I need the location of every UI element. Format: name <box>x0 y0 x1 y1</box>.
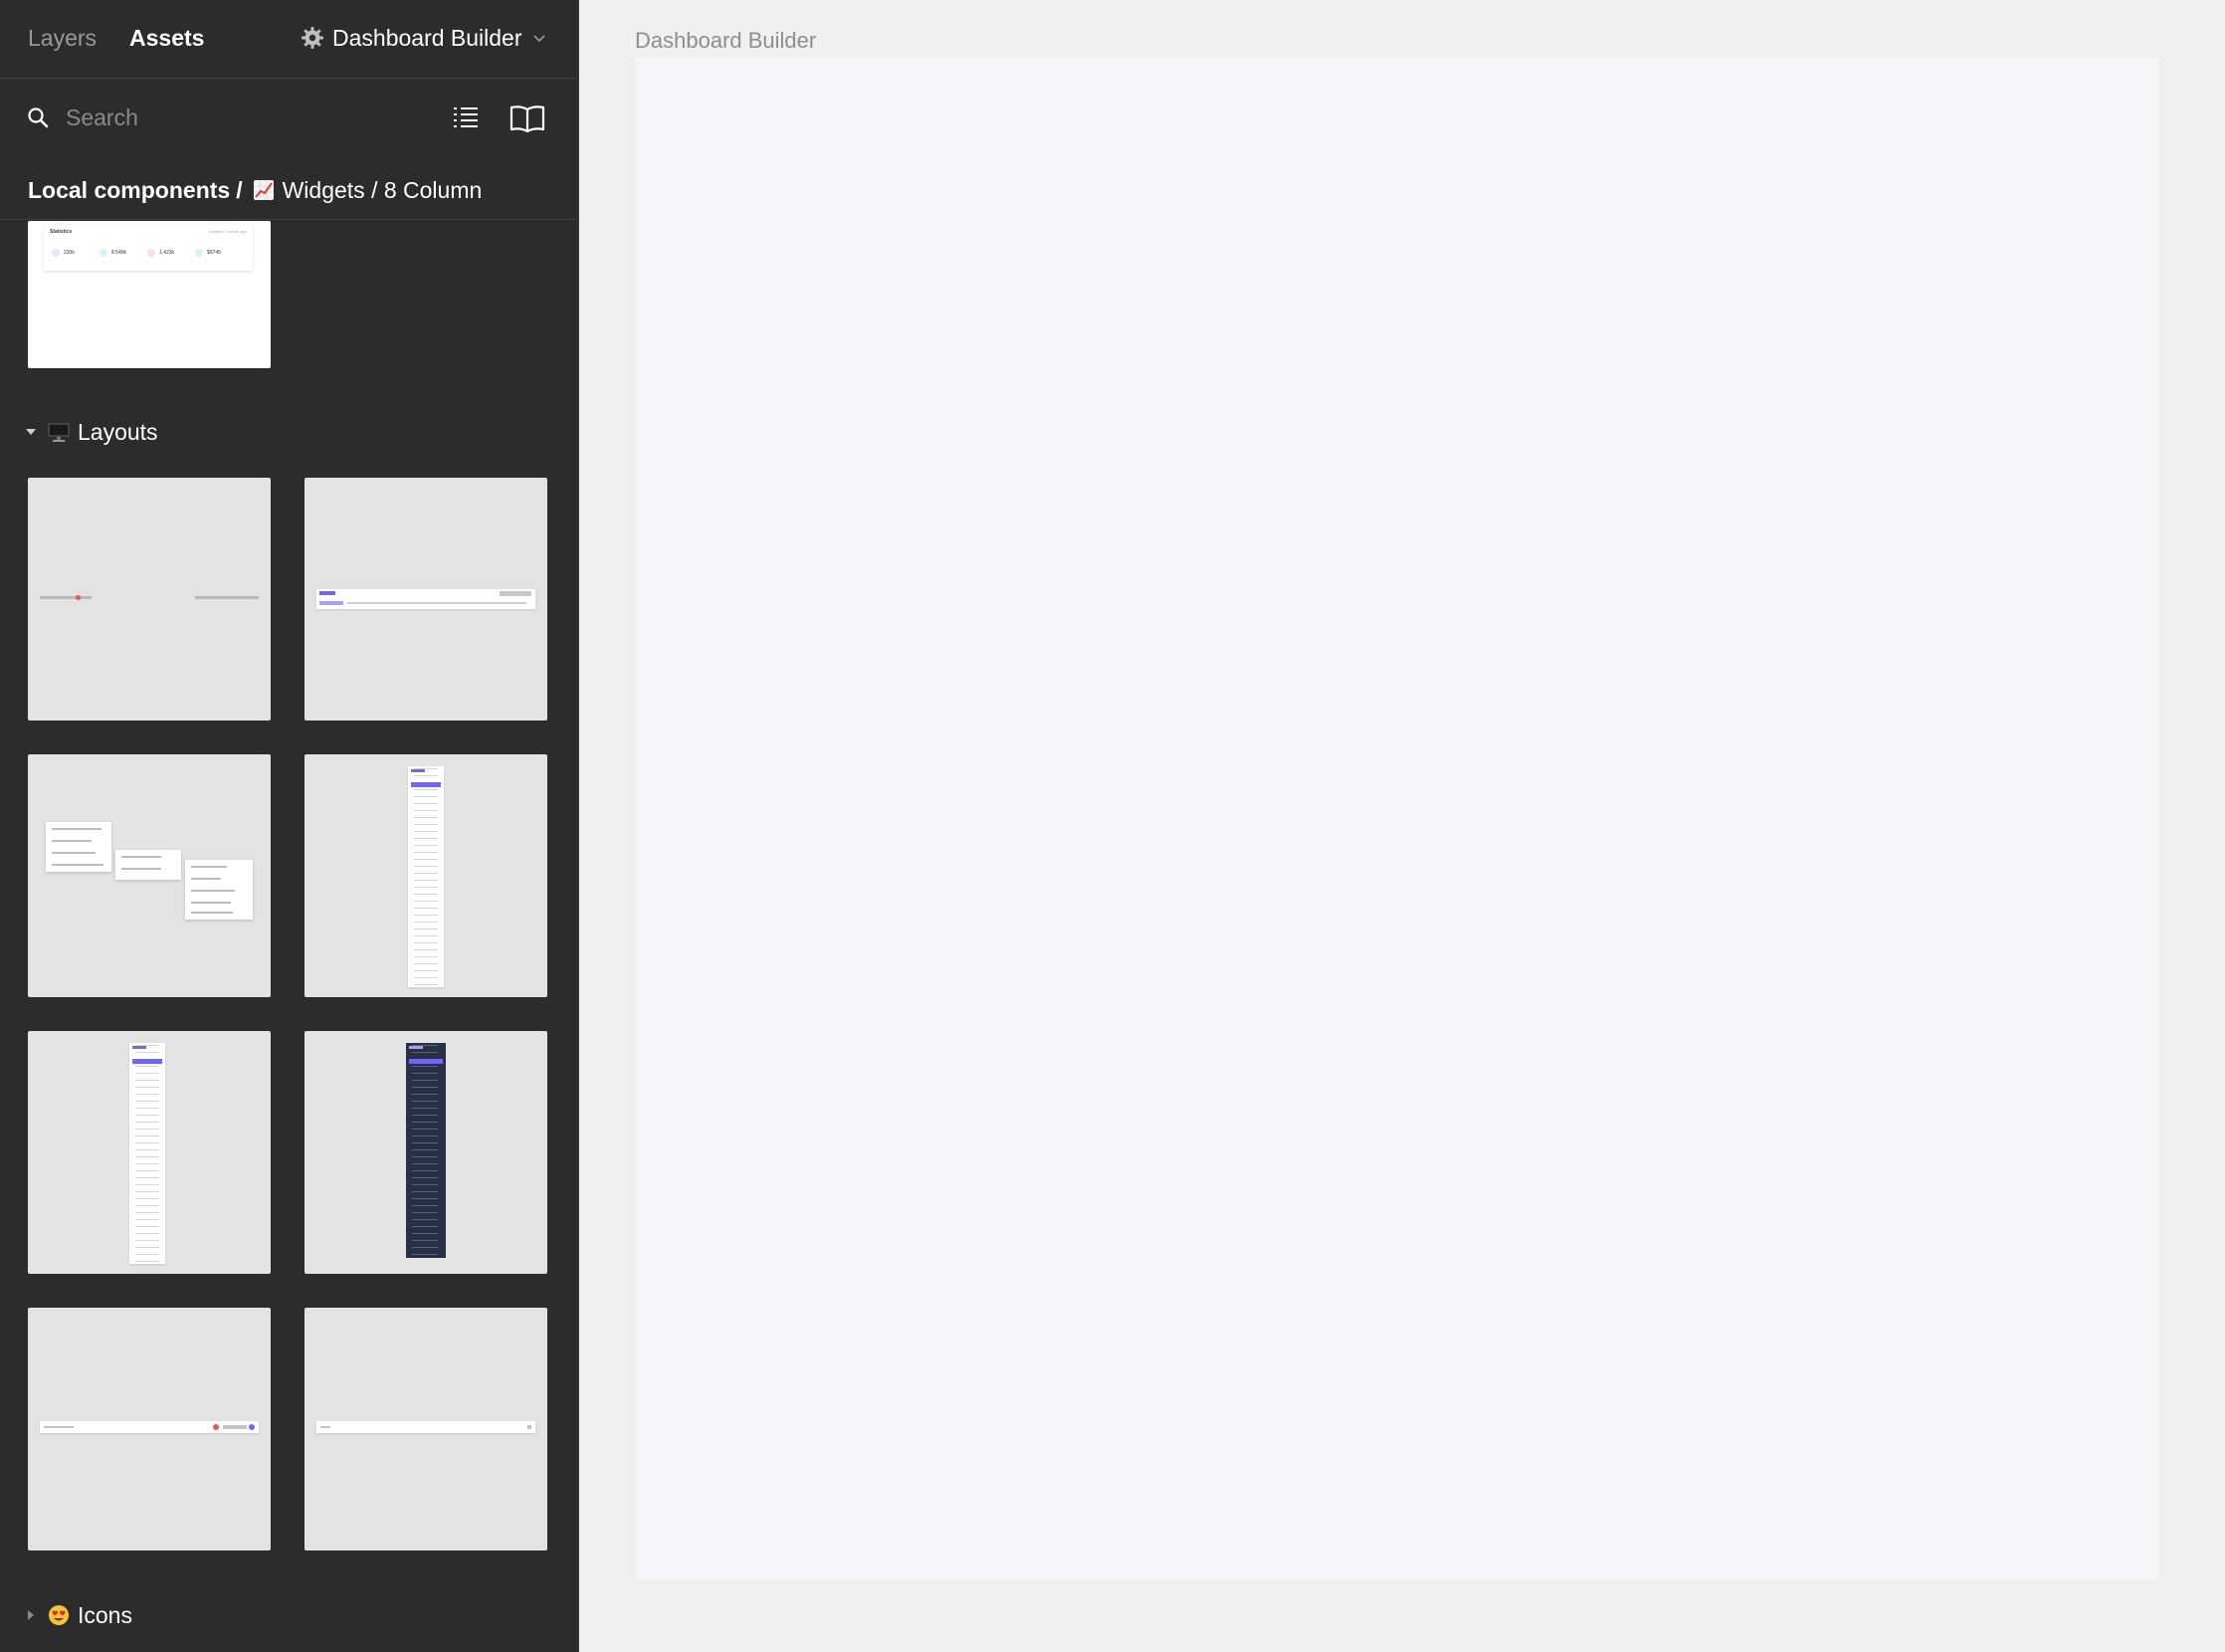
layout-thumb-footer[interactable] <box>28 478 271 721</box>
project-name: Dashboard Builder <box>332 24 522 51</box>
stat-item: 8.549k <box>100 249 126 257</box>
avatar-preview <box>249 1424 255 1430</box>
stat-value: 8.549k <box>111 250 127 256</box>
dashboard-frame[interactable] <box>635 58 2159 1580</box>
layout-thumb-dropdown-menu[interactable] <box>28 754 271 997</box>
breadcrumb-separator: / <box>236 176 243 203</box>
section-layouts-label: Layouts <box>78 418 158 445</box>
nav-logo-preview <box>319 591 335 595</box>
footer-right-preview <box>195 596 259 599</box>
statistics-card-preview: Statistics Updated 1 month ago 230k 8.54… <box>44 225 253 271</box>
navbar-icons-preview <box>223 1425 247 1429</box>
widget-updated: Updated 1 month ago <box>208 229 247 234</box>
heart-preview <box>76 595 81 600</box>
menu-line <box>191 890 235 892</box>
nav-items-preview <box>347 602 526 604</box>
list-view-icon[interactable] <box>452 103 480 131</box>
search-input[interactable] <box>66 102 424 133</box>
library-book-icon[interactable] <box>509 103 545 133</box>
nav-active-item-preview <box>132 1059 162 1064</box>
vertical-nav-dark-preview <box>406 1043 446 1258</box>
menu-line <box>121 868 161 870</box>
menu-line <box>191 912 233 914</box>
caret-right-icon <box>28 1610 34 1620</box>
vertical-nav-preview <box>408 766 444 987</box>
section-icons-label: Icons <box>78 1601 132 1628</box>
menu-line <box>121 856 161 858</box>
caret-down-icon <box>26 429 36 435</box>
gear-icon <box>302 27 323 49</box>
tab-layers[interactable]: Layers <box>28 25 97 52</box>
stat-value: 1.423k <box>159 250 175 256</box>
nav-logo-preview <box>409 1046 423 1049</box>
nav-active-item-preview <box>411 782 441 787</box>
stat-icon <box>195 249 203 257</box>
nav-logo-preview <box>132 1046 146 1049</box>
heart-eyes-emoji-icon <box>49 1605 69 1625</box>
menu-line <box>52 864 103 866</box>
menu-line <box>52 840 92 842</box>
layout-thumb-navbar[interactable] <box>28 1308 271 1550</box>
search-bar-close-preview <box>527 1425 531 1429</box>
stat-item: $9745 <box>195 249 221 257</box>
menu-line <box>191 878 221 880</box>
tab-assets[interactable]: Assets <box>129 25 204 52</box>
section-layouts[interactable]: Layouts <box>24 417 158 447</box>
stat-value: $9745 <box>207 250 221 256</box>
stat-icon <box>147 249 155 257</box>
component-thumb-statistics-widget[interactable]: Statistics Updated 1 month ago 230k 8.54… <box>28 221 271 368</box>
divider <box>0 219 578 220</box>
search-bar-preview <box>316 1421 535 1433</box>
stat-item: 230k <box>52 249 75 257</box>
frame-label[interactable]: Dashboard Builder <box>635 28 816 54</box>
menu-line <box>52 828 101 830</box>
desktop-computer-emoji-icon <box>48 423 70 442</box>
widget-title: Statistics <box>50 229 73 235</box>
search-icon <box>28 107 49 128</box>
layout-thumb-vertical-nav-light-collapsed[interactable] <box>28 1031 271 1274</box>
flag-preview <box>213 1424 219 1430</box>
breadcrumb-current: Widgets / 8 Column <box>282 176 483 203</box>
layout-thumb-search-bar[interactable] <box>304 1308 547 1550</box>
footer-left-preview <box>40 596 92 599</box>
layout-thumb-horizontal-nav[interactable] <box>304 478 547 721</box>
project-switcher[interactable]: Dashboard Builder <box>301 23 546 53</box>
assets-panel: Layers Assets Dashboard Builder Search L… <box>0 0 579 1652</box>
stat-item: 1.423k <box>147 249 174 257</box>
vertical-nav-preview <box>129 1043 165 1264</box>
stat-value: 230k <box>64 250 75 256</box>
nav-active-preview <box>319 601 343 605</box>
stat-icon <box>100 249 107 257</box>
section-icons[interactable]: Icons <box>24 1600 132 1630</box>
nav-active-item-preview <box>409 1059 443 1064</box>
search-bar-text-preview <box>320 1426 330 1428</box>
stat-icon <box>52 249 60 257</box>
menu-line <box>191 866 227 868</box>
breadcrumb: Local components / Widgets / 8 Column <box>28 175 482 205</box>
layout-thumb-vertical-nav-dark[interactable] <box>304 1031 547 1274</box>
panel-header: Layers Assets Dashboard Builder <box>0 0 578 79</box>
breadcrumb-root[interactable]: Local components <box>28 177 230 204</box>
search-row <box>0 80 578 155</box>
menu-line <box>52 852 96 854</box>
navbar-search-preview <box>44 1426 74 1428</box>
menu-level2-preview <box>115 850 181 880</box>
nav-logo-preview <box>411 769 425 772</box>
chart-increasing-emoji-icon <box>253 180 274 200</box>
nav-icons-preview <box>500 591 531 596</box>
layout-thumb-vertical-nav-light[interactable] <box>304 754 547 997</box>
menu-line <box>191 902 231 904</box>
chevron-down-icon <box>532 35 545 43</box>
